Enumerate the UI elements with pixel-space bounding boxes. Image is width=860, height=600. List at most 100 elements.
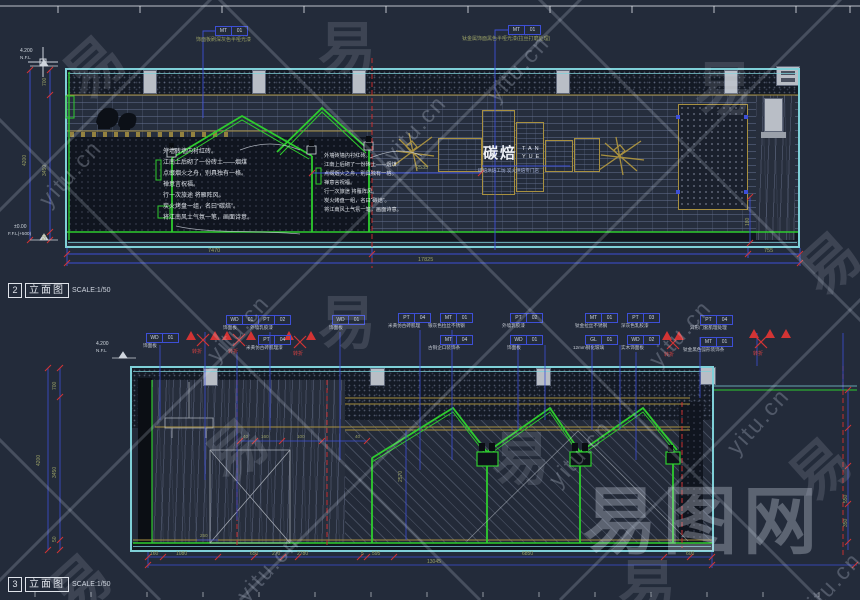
dim-label: 4200: [22, 155, 28, 166]
dim-label: 2780: [297, 551, 308, 557]
material-tag: WD01: [146, 333, 179, 343]
dim-label: 50: [42, 234, 48, 240]
design-note-block: 外墙砖墙内衬红砖。江南上后砌了一份砖土——烟煤 点缀烟火之舟，别具独有一格。禅意…: [324, 152, 416, 215]
fold-label: 转折: [228, 349, 238, 355]
fold-label: 转折: [664, 352, 674, 358]
material-tag: GL01: [585, 335, 618, 345]
material-tag: PT04: [398, 313, 431, 323]
tag-code: MT: [508, 25, 525, 35]
dim-label: 2570: [398, 471, 404, 482]
bottom-tan-trim: [133, 398, 712, 540]
material-tag: MT 01: [508, 25, 541, 35]
dim-label: 595: [372, 551, 380, 557]
material-tag: MT01: [585, 313, 618, 323]
dim-label: 40: [355, 434, 360, 440]
dim-label: 3450: [42, 165, 48, 176]
level-value: ±0.00: [14, 224, 26, 230]
bottom-ruler-ticks: [35, 592, 819, 597]
material-desc: 饰面板: [507, 345, 521, 351]
dim-label: 650: [250, 551, 258, 557]
material-desc: 钛金属饰面黑色半哑光漆(拉丝打磨处理): [462, 36, 550, 42]
material-tag: PT04: [258, 335, 291, 345]
material-tag: PT02: [258, 315, 291, 325]
tag-num: 01: [232, 26, 248, 36]
dim-label: 13045: [427, 559, 441, 565]
design-note-block: 外墙砖墙内衬红砖。江南上后砌了一份砖土——烟煤 点缀烟火之舟，别具独有一格。禅意…: [163, 147, 281, 224]
panel-corner-marks: [676, 115, 748, 194]
material-desc: 米黄仿古砖肌理: [388, 323, 420, 329]
fold-label: 转折: [293, 351, 303, 357]
material-desc: 米黄仿古砖肌理漆: [246, 345, 283, 351]
level-ref: N.F.L: [96, 348, 107, 354]
valley-lamps: [479, 443, 673, 452]
elevation-flag-bottom: [112, 352, 136, 358]
dim-label: 2535: [416, 165, 428, 172]
view-scale: SCALE:1/50: [72, 287, 111, 294]
bottom-blue: [48, 330, 857, 568]
level-ref: N.F.L: [20, 55, 31, 61]
elevation-flags-top: [30, 60, 58, 240]
material-tag: PT02: [510, 313, 543, 323]
dim-label: 17825: [418, 257, 433, 264]
view-name: 立面图: [25, 283, 69, 298]
dim-label: 160: [261, 434, 269, 440]
material-desc: 实木饰面板: [621, 345, 644, 351]
dim-label: 100: [297, 434, 305, 440]
logo-latin-1: TAN: [522, 146, 542, 152]
view-number: 3: [8, 577, 22, 592]
material-tag: WD01: [510, 335, 543, 345]
dim-label: 4200: [36, 455, 42, 466]
top-ruler: [0, 6, 860, 13]
dim-label: 50: [52, 536, 58, 542]
dim-label: 5: [361, 551, 364, 557]
dim-label: 600: [686, 551, 694, 557]
level-ref: F.F.L(+500): [8, 231, 31, 237]
logo-latin-2: YUE: [522, 154, 542, 160]
material-desc: 外墙乳胶漆: [502, 323, 525, 329]
material-desc: 钛金黑色弧形装饰条: [683, 347, 724, 353]
material-desc: 外墙乳胶漆: [250, 325, 273, 331]
dim-label: 1080: [176, 551, 187, 557]
view-scale: SCALE:1/50: [72, 581, 111, 588]
bonsai-art: [96, 108, 136, 130]
material-desc: 12mm钢化玻璃: [573, 345, 604, 351]
dim-label: 250: [200, 533, 208, 539]
door-outlines: [165, 382, 688, 543]
dim-label: 160: [150, 551, 158, 557]
material-desc: 饰面板: [329, 325, 343, 331]
dim-label: 40: [243, 434, 248, 440]
view-title-3: 3 立面图 SCALE:1/50: [8, 577, 111, 592]
material-desc: 饰面板刷深灰色半哑光漆: [196, 37, 251, 43]
material-desc: 古铜企口装饰条: [428, 345, 460, 351]
fold-label: 转折: [753, 351, 763, 357]
material-tag: WD01: [332, 315, 365, 325]
view-title-2: 2 立面图 SCALE:1/50: [8, 283, 111, 298]
view-name: 立面图: [25, 577, 69, 592]
tag-num: 01: [525, 25, 541, 35]
level-value: 4.200: [20, 48, 33, 54]
dim-label: 6850: [522, 551, 533, 557]
material-desc: 银灰色拉丝不锈钢: [428, 323, 465, 329]
dim-label: 755: [764, 248, 773, 255]
bottom-red-dashes: [237, 366, 843, 556]
dim-label: 3450: [52, 467, 58, 478]
dim-label: 350: [843, 519, 849, 527]
dim-label: 550: [843, 495, 849, 503]
material-tag: PT04: [700, 315, 733, 325]
fold-label: 转折: [192, 349, 202, 355]
material-tag: MT01: [440, 313, 473, 323]
dim-label: 270: [272, 551, 280, 557]
level-value: 4.200: [96, 341, 109, 347]
dim-label: 7470: [208, 248, 220, 255]
dim-label: 700: [42, 78, 48, 86]
tag-code: MT: [215, 26, 232, 36]
material-tag: MT04: [440, 335, 473, 345]
material-tag: WD01: [226, 315, 259, 325]
material-desc: 饰面板: [143, 343, 157, 349]
cad-canvas: MT 01 饰面板刷深灰色半哑光漆 MT 01 钛金属饰面黑色半哑光漆(拉丝打磨…: [0, 0, 860, 600]
material-desc: 饰面板: [223, 325, 237, 331]
dim-label: 700: [52, 382, 58, 390]
bottom-dim-ticks: [45, 365, 858, 568]
logo-main: 碳焙: [483, 142, 517, 163]
logo-subtitle: 碳焙烘焙工坊 炭火烘焙专门店: [478, 168, 588, 174]
